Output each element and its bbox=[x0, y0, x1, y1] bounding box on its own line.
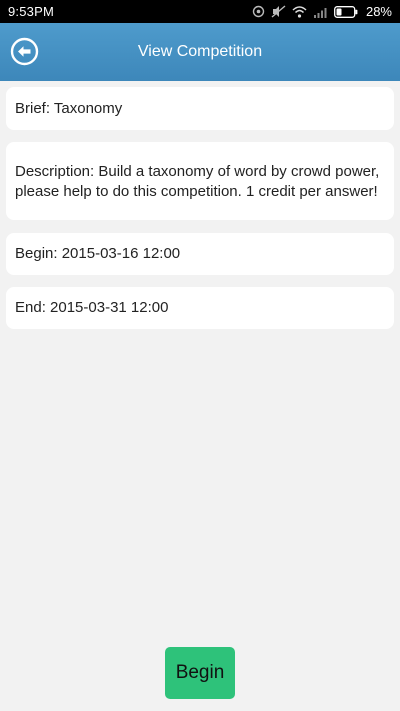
status-icons: 28% bbox=[252, 4, 392, 19]
begin-date-text: Begin: 2015-03-16 12:00 bbox=[15, 245, 181, 262]
page-title: View Competition bbox=[137, 43, 263, 60]
back-arrow-icon bbox=[10, 37, 39, 66]
back-button[interactable] bbox=[10, 37, 39, 66]
begin-date-card: Begin: 2015-03-16 12:00 bbox=[6, 233, 394, 275]
alarm-icon bbox=[252, 5, 265, 18]
description-card: Description: Build a taxonomy of word by… bbox=[6, 142, 394, 220]
brief-card: Brief: Taxonomy bbox=[6, 87, 394, 130]
wifi-icon bbox=[292, 5, 307, 18]
signal-icon bbox=[313, 6, 328, 18]
end-date-text: End: 2015-03-31 12:00 bbox=[15, 299, 169, 316]
battery-percentage: 28% bbox=[365, 4, 392, 19]
begin-button[interactable]: Begin bbox=[165, 647, 235, 699]
mute-icon bbox=[271, 5, 286, 18]
app-header: View Competition bbox=[0, 23, 400, 81]
description-text: Description: Build a taxonomy of word by… bbox=[15, 163, 380, 200]
battery-icon bbox=[334, 5, 358, 18]
brief-text: Brief: Taxonomy bbox=[15, 99, 123, 117]
status-time: 9:53PM bbox=[8, 4, 55, 19]
status-bar: 9:53PM 28% bbox=[0, 0, 400, 23]
end-date-card: End: 2015-03-31 12:00 bbox=[6, 287, 394, 329]
